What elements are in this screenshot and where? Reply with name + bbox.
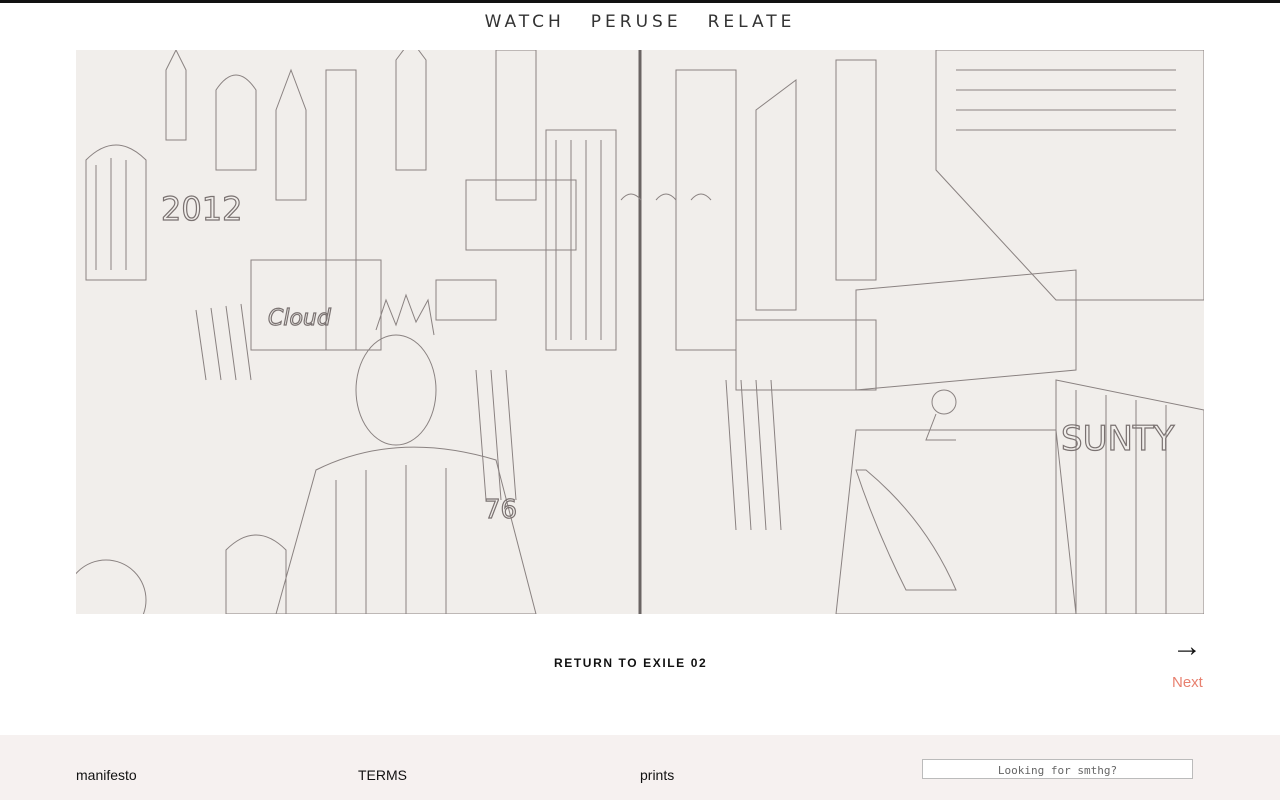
sketch-text-76: 76 [484,495,517,525]
footer-link-prints[interactable]: prints [640,767,674,783]
sketch-text-cloud: Cloud [268,306,332,331]
footer-link-terms[interactable]: TERMS [358,767,407,783]
search-input[interactable] [922,759,1193,779]
nav-peruse[interactable]: PERUSE [591,12,682,32]
footer-link-manifesto[interactable]: manifesto [76,767,137,783]
main-nav: WATCH PERUSE RELATE [0,12,1280,32]
nav-watch[interactable]: WATCH [485,12,565,32]
sketch-text-sunty: SUNTY [1061,419,1175,459]
nav-relate[interactable]: RELATE [708,12,796,32]
artwork-image: 2012 Cloud 76 SUNTY [76,50,1204,614]
sketch-text-2012: 2012 [161,190,242,228]
footer: manifesto TERMS prints [0,735,1280,800]
top-rule [0,0,1280,3]
next-arrow-icon[interactable]: → [1172,630,1202,664]
sketch-illustration: 2012 Cloud 76 SUNTY [76,50,1204,614]
next-link[interactable]: Next [1172,674,1203,691]
return-to-exile-link[interactable]: RETURN TO EXILE 02 [554,656,707,670]
